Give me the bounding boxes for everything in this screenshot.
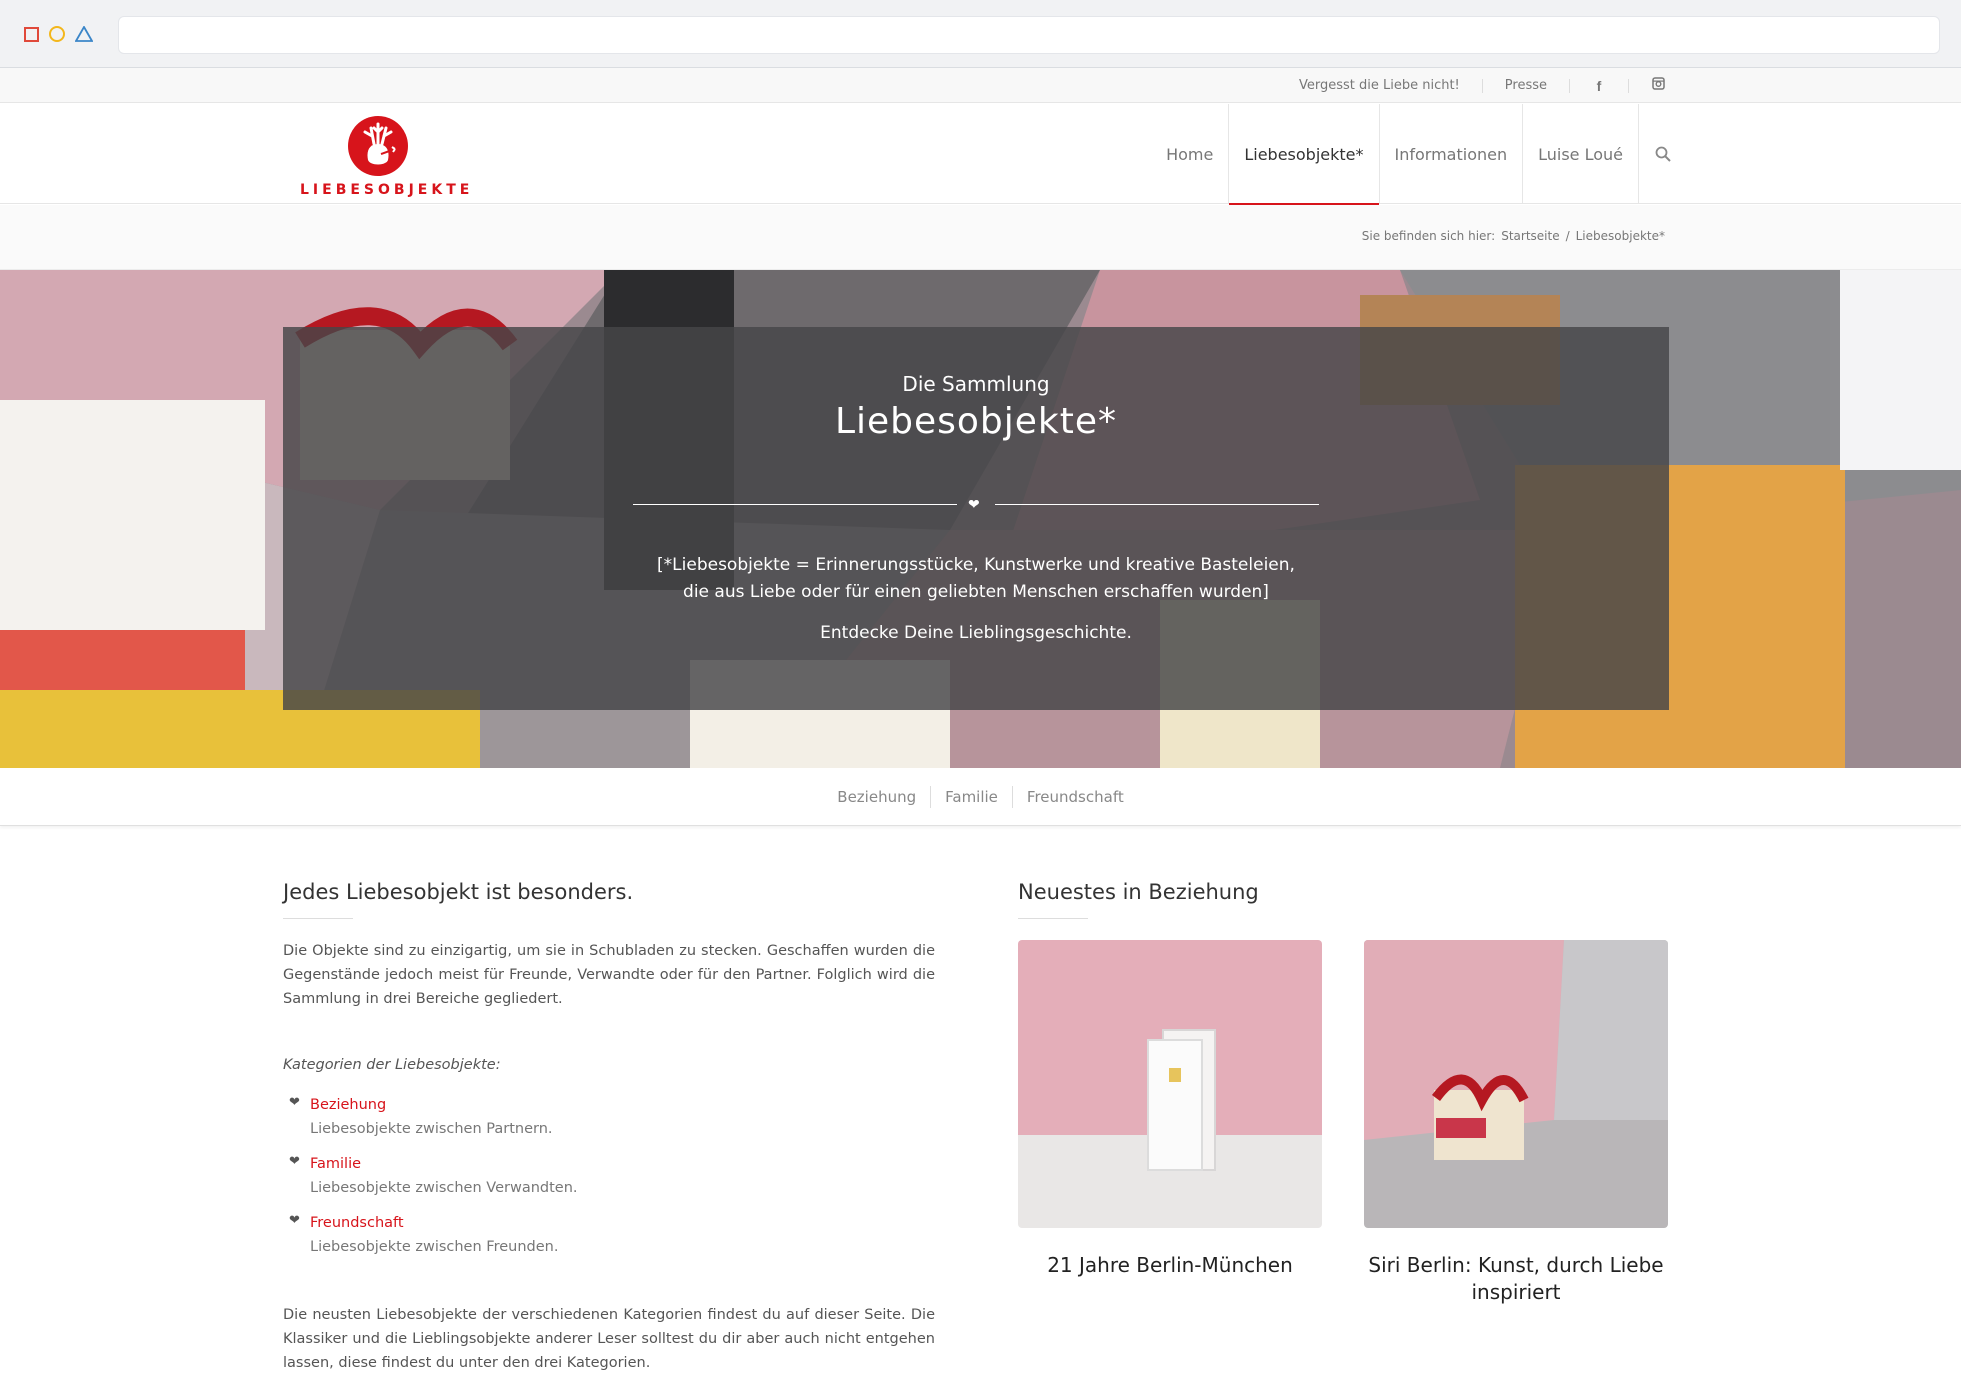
site-header: LIEBESOBJEKTE Home Liebesobjekte* Inform…	[0, 104, 1961, 205]
topbar-link-love[interactable]: Vergesst die Liebe nicht!	[1299, 78, 1460, 93]
category-link-familie[interactable]: Familie	[310, 1152, 935, 1176]
minimize-window-button[interactable]	[49, 26, 65, 42]
topbar-link-press[interactable]: Presse	[1505, 78, 1547, 93]
list-item: ❤ Beziehung Liebesobjekte zwischen Partn…	[283, 1093, 935, 1141]
logo-text: LIEBESOBJEKTE	[300, 182, 474, 198]
subnav-item-freundschaft[interactable]: Freundschaft	[1011, 785, 1138, 808]
divider	[1481, 78, 1483, 93]
facebook-icon[interactable]: f	[1592, 78, 1606, 94]
category-subnav: Beziehung Familie Freundschaft	[0, 768, 1961, 826]
category-desc: Liebesobjekte zwischen Partnern.	[310, 1121, 553, 1137]
breadcrumb-home[interactable]: Startseite	[1501, 229, 1559, 243]
intro-text: Die Objekte sind zu einzigartig, um sie …	[283, 943, 935, 1007]
hero-pretitle: Die Sammlung	[902, 372, 1050, 396]
address-bar[interactable]	[118, 16, 1940, 54]
site-logo[interactable]: LIEBESOBJEKTE	[298, 116, 469, 200]
category-desc: Liebesobjekte zwischen Freunden.	[310, 1239, 559, 1255]
breadcrumb-current: Liebesobjekte*	[1575, 229, 1665, 243]
logo-emblem	[348, 116, 408, 176]
hero-title: Liebesobjekte*	[834, 401, 1118, 442]
category-link-freundschaft[interactable]: Freundschaft	[310, 1211, 935, 1235]
instagram-icon[interactable]	[1651, 77, 1665, 94]
nav-item-home[interactable]: Home	[1151, 104, 1228, 204]
heart-icon: ❤	[968, 497, 980, 513]
heading-underline	[283, 918, 353, 919]
browser-chrome	[0, 0, 1961, 68]
search-icon[interactable]	[1638, 104, 1671, 204]
category-desc: Liebesobjekte zwischen Verwandten.	[310, 1180, 578, 1196]
nav-item-informationen[interactable]: Informationen	[1378, 104, 1523, 204]
breadcrumb-prefix: Sie befinden sich hier:	[1361, 229, 1496, 243]
categories-heading: Kategorien der Liebesobjekte:	[283, 1057, 501, 1073]
outro-text: Die neusten Liebesobjekte der verschiede…	[283, 1307, 935, 1371]
heart-icon: ❤	[289, 1095, 300, 1110]
post-thumbnail[interactable]	[1364, 940, 1668, 1228]
post-card[interactable]: Siri Berlin: Kunst, durch Liebe inspirie…	[1364, 940, 1668, 1306]
list-item: ❤ Familie Liebesobjekte zwischen Verwand…	[283, 1152, 935, 1200]
subnav-item-beziehung[interactable]: Beziehung	[823, 786, 930, 808]
list-item: ❤ Freundschaft Liebesobjekte zwischen Fr…	[283, 1211, 935, 1259]
latest-heading: Neuestes in Beziehung	[1018, 880, 1259, 904]
hero-cta-text: Entdecke Deine Lieblingsgeschichte.	[820, 623, 1132, 643]
subnav-item-familie[interactable]: Familie	[930, 785, 1012, 808]
category-link-beziehung[interactable]: Beziehung	[310, 1093, 935, 1117]
breadcrumb-separator: /	[1565, 229, 1570, 243]
hero-description: [*Liebesobjekte = Erinnerungsstücke, Kun…	[283, 552, 1669, 606]
divider-line-left	[633, 504, 957, 505]
hero-section: Die Sammlung Liebesobjekte* ❤ [*Liebesob…	[0, 270, 1961, 768]
latest-column: Neuestes in Beziehung 21 Jahre Berlin-Mü…	[1018, 880, 1668, 1304]
divider	[1569, 78, 1570, 93]
close-window-button[interactable]	[24, 26, 39, 42]
main-nav: Home Liebesobjekte* Informationen Luise …	[1151, 104, 1671, 205]
intro-heading: Jedes Liebesobjekt ist besonders.	[283, 880, 634, 904]
intro-column: Jedes Liebesobjekt ist besonders. Die Ob…	[283, 880, 935, 1375]
breadcrumb: Sie befinden sich hier: Startseite / Lie…	[1362, 229, 1665, 243]
heart-icon: ❤	[289, 1213, 300, 1228]
heart-icon: ❤	[289, 1154, 300, 1169]
post-card[interactable]: 21 Jahre Berlin-München	[1018, 940, 1322, 1279]
divider	[1628, 78, 1629, 93]
nav-item-luise-loue[interactable]: Luise Loué	[1522, 104, 1638, 204]
hero-divider: ❤	[633, 497, 1319, 513]
categories-list: ❤ Beziehung Liebesobjekte zwischen Partn…	[283, 1093, 935, 1259]
window-controls	[24, 26, 93, 42]
post-title[interactable]: Siri Berlin: Kunst, durch Liebe inspirie…	[1364, 1252, 1668, 1306]
post-title[interactable]: 21 Jahre Berlin-München	[1018, 1252, 1322, 1279]
divider-line-right	[995, 504, 1319, 505]
nav-item-liebesobjekte[interactable]: Liebesobjekte*	[1228, 104, 1379, 205]
heading-underline	[1018, 918, 1088, 919]
post-thumbnail[interactable]	[1018, 940, 1322, 1228]
hero-overlay-box: Die Sammlung Liebesobjekte* ❤ [*Liebesob…	[283, 327, 1669, 710]
breadcrumb-bar: Sie befinden sich hier: Startseite / Lie…	[0, 205, 1961, 270]
hero-description-line1: [*Liebesobjekte = Erinnerungsstücke, Kun…	[657, 555, 1295, 575]
hero-description-line2: die aus Liebe oder für einen geliebten M…	[683, 582, 1269, 602]
top-bar: Vergesst die Liebe nicht! Presse f	[0, 68, 1961, 103]
